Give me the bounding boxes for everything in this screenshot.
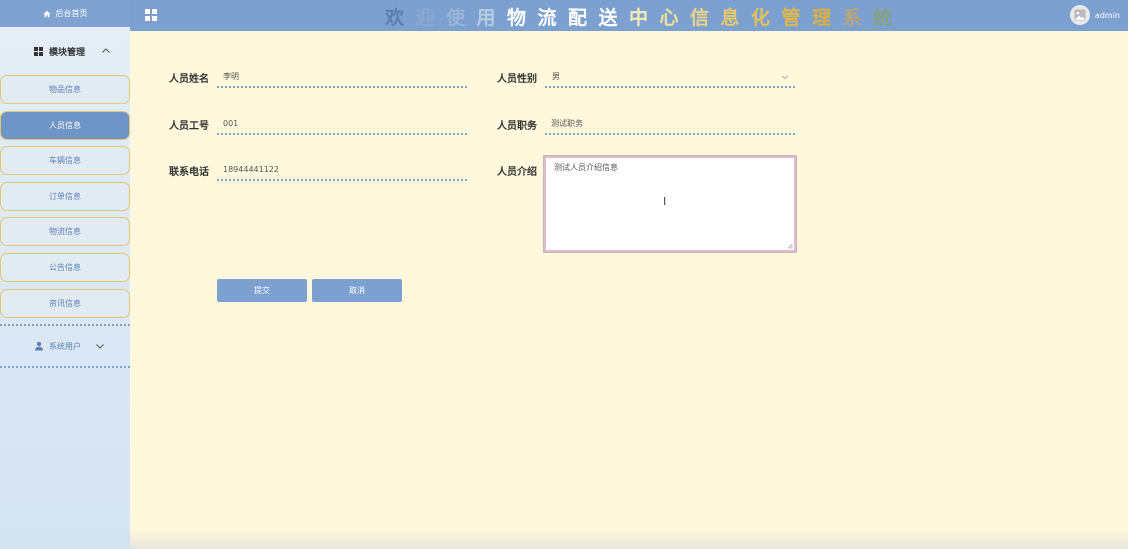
intro-text: 测试人员介绍信息 (554, 163, 618, 172)
phone-label: 联系电话 (169, 167, 209, 178)
sidebar-item-label: 物流信息 (49, 227, 81, 237)
system-title-char: 配 (567, 7, 587, 29)
name-label: 人员姓名 (169, 74, 209, 85)
system-title-char: 物 (506, 7, 526, 29)
system-title-char: 使 (445, 7, 465, 29)
cancel-label: 取消 (349, 286, 365, 295)
sidebar-group-users-label: 系统用户 (49, 341, 81, 351)
system-title-char: 化 (750, 7, 770, 29)
system-title-char: 息 (720, 7, 740, 29)
sidebar-item-label: 人员信息 (49, 120, 81, 130)
sidebar-item-staff[interactable]: 人员信息 (0, 110, 130, 140)
gender-label: 人员性别 (497, 74, 537, 85)
system-title-char: 流 (537, 7, 557, 29)
sidebar-home-label: 后台首页 (55, 9, 88, 18)
chevron-up-icon (102, 48, 110, 53)
sidebar-item-label: 订单信息 (49, 191, 81, 201)
position-label: 人员职务 (497, 121, 537, 132)
sidebar-home[interactable]: 后台首页 (0, 0, 130, 27)
position-field[interactable] (545, 113, 795, 135)
system-title-char: 中 (628, 7, 648, 29)
gender-value: 男 (552, 71, 560, 81)
username: admin (1094, 10, 1120, 20)
sidebar-item-news[interactable]: 资讯信息 (0, 288, 130, 318)
name-field[interactable] (217, 66, 467, 88)
sidebar-item-vehicles[interactable]: 车辆信息 (0, 146, 130, 176)
submit-button[interactable]: 提交 (217, 279, 307, 302)
sidebar-item-label: 物品信息 (49, 85, 81, 94)
sidebar-item-orders[interactable]: 订单信息 (0, 181, 130, 211)
submit-label: 提交 (254, 286, 270, 295)
system-title-char: 系 (842, 7, 862, 29)
system-title-char: 统 (872, 7, 892, 29)
sidebar-item-logistics[interactable]: 物流信息 (0, 217, 130, 247)
system-title-char: 心 (659, 7, 679, 29)
user-menu[interactable]: admin (1069, 5, 1120, 25)
sidebar-item-label: 车辆信息 (49, 156, 81, 166)
system-title-char: 欢 (384, 7, 404, 29)
system-title: 欢迎使用物流配送中心信息化管理系统 (382, 3, 895, 29)
system-title-char: 管 (781, 7, 801, 29)
grid-icon (34, 46, 43, 56)
top-bar: 欢迎使用物流配送中心信息化管理系统 admin (130, 0, 1128, 31)
resize-handle-icon[interactable] (787, 243, 793, 249)
sidebar-group-users[interactable]: 系统用户 (0, 326, 130, 366)
chevron-down-icon (96, 344, 104, 349)
sidebar: 后台首页 模块管理 物品信息 人员信息 车辆信息 订单信息 物流信息 公告信息 … (0, 0, 130, 549)
sidebar-item-label: 资讯信息 (49, 298, 81, 308)
sidebar-group-module[interactable]: 模块管理 (0, 27, 130, 75)
gender-select[interactable]: 男 (545, 66, 795, 88)
system-title-char: 理 (811, 7, 831, 29)
sidebar-group-label: 模块管理 (49, 47, 86, 58)
sidebar-divider (0, 366, 130, 369)
home-icon (42, 10, 51, 17)
menu-toggle-icon[interactable] (145, 9, 157, 21)
sidebar-item-notices[interactable]: 公告信息 (0, 252, 130, 282)
sidebar-item-goods[interactable]: 物品信息 (0, 75, 130, 104)
chevron-down-icon (781, 75, 789, 80)
intro-textarea[interactable]: 测试人员介绍信息 I (544, 156, 796, 252)
system-title-char: 送 (598, 7, 618, 29)
image-icon (1074, 9, 1086, 21)
system-title-char: 信 (689, 7, 709, 29)
sidebar-menu: 物品信息 人员信息 车辆信息 订单信息 物流信息 公告信息 资讯信息 (0, 75, 130, 318)
system-title-char: 迎 (415, 7, 435, 29)
avatar (1069, 5, 1090, 25)
bottom-fade (130, 530, 1128, 549)
staff-no-field[interactable] (217, 113, 467, 135)
system-title-char: 用 (476, 7, 496, 29)
staff-no-label: 人员工号 (169, 121, 209, 132)
cancel-button[interactable]: 取消 (312, 279, 402, 302)
user-icon (35, 341, 43, 351)
phone-field[interactable] (217, 159, 467, 181)
intro-label: 人员介绍 (497, 167, 537, 178)
sidebar-item-label: 公告信息 (49, 262, 81, 272)
text-cursor-icon: I (663, 195, 667, 208)
